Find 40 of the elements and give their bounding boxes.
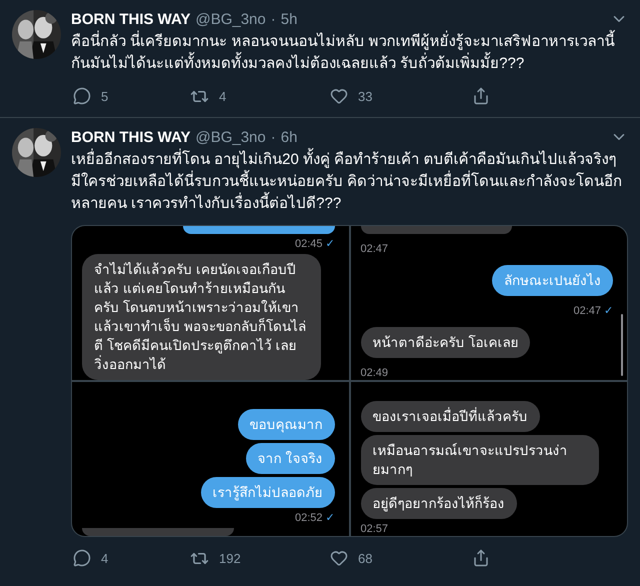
reply-button[interactable]: 5 [73,87,190,105]
heart-icon [330,87,348,105]
chat-bubble: หน้าตาดีอ่ะครับ โอเคเลย [360,326,530,358]
user-name[interactable]: BORN THIS WAY [71,10,190,28]
message-time: 02:57 [360,522,388,536]
user-handle[interactable]: @BG_3no [195,128,266,146]
like-button[interactable]: 33 [330,87,472,105]
tweet-time[interactable]: 5h [280,10,298,28]
chat-bubble: อยู่ดีๆอยากร้องไห้ก็ร้อง [360,488,516,519]
heart-icon [330,549,348,567]
media-grid[interactable] [71,225,628,537]
like-button[interactable]: 68 [330,549,472,567]
chat-bubble: ของเราเจอเมื่อปีที่แล้วครับ [360,401,540,432]
tweet-text: คือนี่กลัว นี่เครียดมากนะ หลอนจนนอนไม่หลับ พวกเทพีผู้หยั่งรู้จะมาเสริฟอาหารเวลานี้กันมันไม่ได้นะแต่ทั้งหมดทั้งมวลคงไม่ต้องเฉลยแล้ว รับถั่วต้มเพิ่มมั้ย??? [71,31,628,75]
share-icon [472,549,490,567]
message-time: 02:47 ✓ [573,304,613,318]
chat-bubble: ขอบคุณมาก [238,409,334,440]
separator: · [270,10,276,28]
tweet-text: เหยื่ออีกสองรายที่โดน อายุไม่เกิน20 ทั้งคู่ คือทำร้ายเค้า ตบตีเค้าคือมันเกินไปแล้วจริงๆ มีใครช่วยเหลือได้นี่รบกวนชี้แนะหน่อยครับ คิดว่าน่าจะมีเหยื่อที่โดนและกำลังจะโดนอีกหลายคน เราควรทำไงกับเรื่องนี้ต่อไปดี??? [71,149,628,215]
chat-bubble: ลักษณะเปนยังไง [492,264,613,296]
share-icon [472,87,490,105]
reply-button[interactable]: 4 [73,549,190,567]
share-button[interactable] [472,549,490,567]
chat-bubble: เรารู้สึกไม่ปลอดภัย [200,477,334,508]
message-time: 02:47 [360,242,388,256]
separator: · [270,128,276,146]
message-time: 02:45 ✓ [294,237,334,251]
chat-bubble: เหมือนอารมณ์เขาจะแปรปรวนง่ายมากๆ [360,435,600,485]
user-name[interactable]: BORN THIS WAY [71,128,190,146]
speech-bubble-icon [73,549,91,567]
tweet-time[interactable]: 6h [280,128,298,146]
speech-bubble-icon [73,87,91,105]
retweet-button[interactable]: 4 [190,86,330,106]
chat-bubble: จำไม่ได้แล้วครับ เคยนัดเจอเกือบปีแล้ว แต่เคยโดนทำร้ายเหมือนกันครับ โดนตบหน้าเพราะว่าอมให้เขาแล้วเขาทำเจ็บ พอจะขอกลับก็โดนไล่ตี โชคดีมีคนเปิดประตูตึกคาไว้ เลยวิ่งออกมาได้ [82,254,321,380]
user-handle[interactable]: @BG_3no [195,10,266,28]
share-button[interactable] [472,87,490,105]
message-time: 02:52 ✓ [294,511,334,525]
chat-bubble: จาก ใจจริง [246,443,334,474]
message-time: 02:49 [360,366,388,380]
retweet-button[interactable]: 192 [190,548,330,568]
